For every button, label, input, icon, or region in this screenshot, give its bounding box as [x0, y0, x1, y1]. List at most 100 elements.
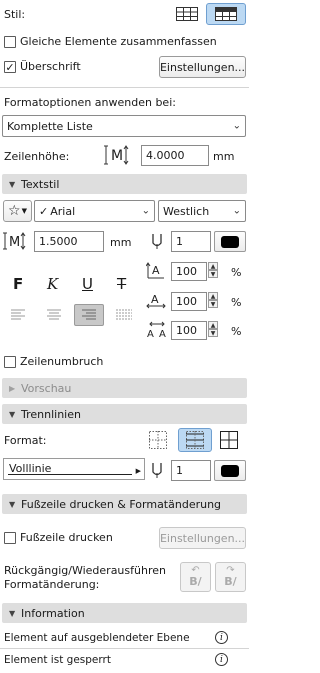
chevron-down-icon: ⌄: [232, 120, 241, 132]
char-spacing-input[interactable]: 100: [171, 292, 207, 311]
checkmark-icon: ✓: [39, 204, 49, 218]
fusszeile-section-header[interactable]: ▼ Fußzeile drucken & Formatänderung: [2, 494, 247, 514]
formatoptionen-select[interactable]: Komplette Liste ⌄: [2, 115, 246, 137]
color-swatch: [221, 464, 239, 477]
triangle-right-icon: ▶: [135, 467, 141, 475]
rueckgaengig-line1: Rückgängig/Wiederausführen: [4, 564, 166, 577]
info-row-label: Element auf ausgeblendeter Ebene: [4, 632, 190, 644]
rueckgaengig-line2: Formatänderung:: [4, 578, 100, 591]
zeilenhoehe-label: Zeilenhöhe:: [4, 150, 70, 163]
letter-spacing-stepper[interactable]: ▲ ▼: [208, 321, 218, 337]
triangle-down-icon: ▼: [9, 179, 16, 189]
fusszeile-einstellungen-button[interactable]: Einstellungen...: [159, 527, 246, 549]
zeilenhoehe-unit: mm: [213, 150, 235, 163]
text-size-input[interactable]: 1.5000: [34, 231, 104, 252]
chevron-down-icon: ▼: [208, 329, 218, 337]
letter-spacing-icon: AA: [146, 320, 168, 340]
char-spacing-stepper[interactable]: ▲ ▼: [208, 292, 218, 308]
vorschau-section-header[interactable]: ▶ Vorschau: [2, 378, 247, 398]
textstil-section-header[interactable]: ▼ Textstil: [2, 174, 247, 194]
pen-icon: [151, 461, 163, 479]
stil-table-header-button[interactable]: [206, 3, 246, 25]
char-width-stepper[interactable]: ▲ ▼: [208, 262, 218, 278]
char-spacing-percent: %: [231, 296, 242, 309]
zeilenumbruch-label: Zeilenumbruch: [20, 355, 104, 368]
fusszeile-drucken-checkbox[interactable]: [4, 532, 16, 544]
align-justify-icon[interactable]: [116, 309, 132, 321]
ueberschrift-label: Überschrift: [20, 60, 81, 73]
char-width-percent: %: [231, 266, 242, 279]
zeilenhoehe-input[interactable]: 4.0000: [141, 145, 209, 166]
strikethrough-button[interactable]: T: [117, 275, 126, 293]
zeilenumbruch-checkbox[interactable]: [4, 356, 16, 368]
color-swatch: [221, 235, 239, 248]
chevron-down-icon: ▼: [208, 270, 218, 278]
chevron-down-icon: ⌄: [141, 205, 150, 217]
char-width-input[interactable]: 100: [171, 262, 207, 281]
table-grid-icon: [176, 7, 198, 21]
redo-glyph: B/: [224, 575, 237, 588]
grid-full-icon[interactable]: [220, 431, 238, 449]
align-right-icon: [81, 309, 97, 321]
pen-icon: [151, 232, 163, 250]
bold-button[interactable]: F: [13, 275, 23, 293]
checkmark-icon: ✓: [5, 60, 15, 74]
chevron-up-icon: ▲: [208, 262, 218, 270]
grid-horizontal-icon: [186, 431, 204, 449]
grid-horizontal-button[interactable]: [178, 428, 212, 452]
triangle-right-icon: ▶: [9, 383, 16, 393]
chevron-up-icon: ▲: [208, 292, 218, 300]
stil-label: Stil:: [4, 8, 26, 21]
align-center-icon[interactable]: [46, 309, 62, 321]
vorschau-title: Vorschau: [21, 381, 72, 395]
char-width-icon: A: [146, 261, 166, 281]
align-left-icon[interactable]: [11, 309, 27, 321]
information-list: Element auf ausgeblendeter Ebene i Eleme…: [0, 627, 249, 673]
text-size-unit: mm: [110, 236, 132, 249]
gleiche-elemente-label: Gleiche Elemente zusammenfassen: [20, 35, 217, 48]
script-value: Westlich: [163, 204, 210, 218]
svg-text:A: A: [159, 329, 166, 340]
line-pen-input[interactable]: 1: [171, 460, 211, 481]
char-spacing-icon: A: [146, 291, 166, 311]
table-header-grid-icon: [215, 7, 237, 21]
einstellungen-button[interactable]: Einstellungen...: [159, 56, 246, 78]
divider: [0, 87, 249, 88]
italic-button[interactable]: K: [47, 275, 58, 293]
grid-dotted-icon[interactable]: [149, 431, 167, 449]
fusszeile-title: Fußzeile drucken & Formatänderung: [21, 497, 222, 511]
letter-spacing-input[interactable]: 100: [171, 321, 207, 340]
align-right-button[interactable]: [74, 304, 104, 326]
undo-glyph: B/: [189, 575, 202, 588]
info-icon[interactable]: i: [215, 631, 228, 644]
rueckgaengig-label: Rückgängig/Wiederausführen Formatänderun…: [4, 564, 166, 592]
formatoptionen-value: Komplette Liste: [7, 119, 93, 133]
underline-button[interactable]: U: [82, 275, 93, 293]
letter-spacing-percent: %: [231, 325, 242, 338]
chevron-up-icon: ▲: [208, 321, 218, 329]
linetype-select[interactable]: Volllinie ▶: [3, 458, 145, 480]
information-section-header[interactable]: ▼ Information: [2, 603, 247, 623]
line-sample: [8, 474, 132, 475]
ueberschrift-checkbox[interactable]: ✓: [4, 61, 16, 73]
info-icon[interactable]: i: [215, 653, 228, 666]
favorites-star-button[interactable]: ☆ ▼: [3, 200, 32, 222]
fusszeile-drucken-label: Fußzeile drucken: [20, 531, 113, 544]
text-size-icon: M: [3, 231, 29, 251]
trennlinien-section-header[interactable]: ▼ Trennlinien: [2, 404, 247, 424]
textstil-title: Textstil: [21, 177, 60, 191]
redo-format-button[interactable]: ↷ B/: [215, 562, 246, 592]
line-color-button[interactable]: [214, 460, 246, 481]
gleiche-elemente-checkbox[interactable]: [4, 36, 16, 48]
svg-text:M: M: [111, 148, 123, 164]
format-label: Format:: [4, 434, 47, 447]
font-select[interactable]: ✓ Arial ⌄: [34, 200, 155, 222]
svg-text:A: A: [151, 293, 159, 306]
formatoptionen-label: Formatoptionen anwenden bei:: [4, 96, 176, 109]
svg-text:A: A: [147, 329, 154, 340]
undo-format-button[interactable]: ↶ B/: [180, 562, 211, 592]
text-pen-input[interactable]: 1: [171, 231, 211, 252]
text-color-button[interactable]: [214, 231, 246, 252]
stil-table-plain-button[interactable]: [171, 3, 203, 25]
script-select[interactable]: Westlich ⌄: [158, 200, 246, 222]
